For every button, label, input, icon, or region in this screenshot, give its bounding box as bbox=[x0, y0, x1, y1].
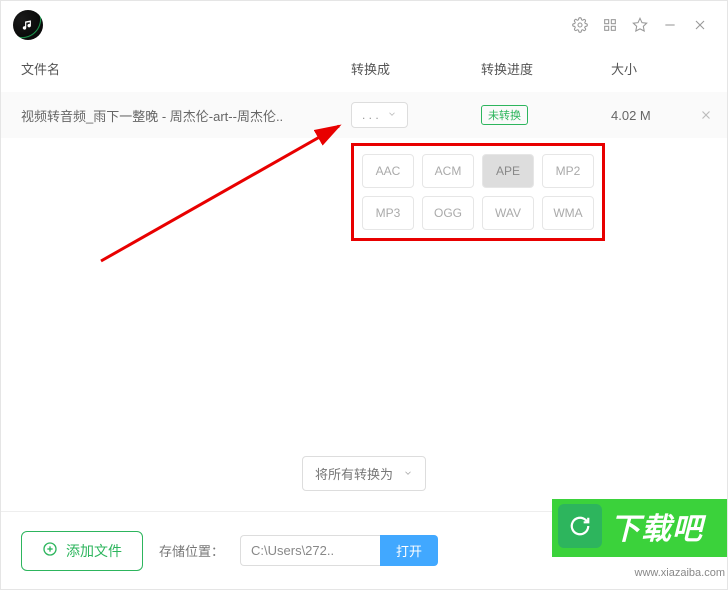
col-header-name: 文件名 bbox=[21, 59, 351, 78]
col-header-size: 大小 bbox=[611, 59, 691, 78]
refresh-icon[interactable] bbox=[558, 504, 602, 548]
watermark-text: 下载吧 bbox=[610, 504, 703, 548]
star-icon[interactable] bbox=[625, 10, 655, 40]
column-headers: 文件名 转换成 转换进度 大小 bbox=[1, 49, 727, 92]
col-header-format: 转换成 bbox=[351, 59, 481, 78]
watermark: 下载吧 www.xiazaiba.com bbox=[552, 499, 727, 579]
watermark-url: www.xiazaiba.com bbox=[635, 567, 725, 579]
batch-convert-dropdown[interactable]: 将所有转换为 bbox=[302, 456, 426, 491]
format-option-ogg[interactable]: OGG bbox=[422, 196, 474, 230]
storage-path-input[interactable]: C:\Users\272.. bbox=[240, 535, 380, 566]
format-dropdown-value: . . . bbox=[362, 108, 379, 122]
plus-circle-icon bbox=[42, 541, 58, 560]
close-window-icon[interactable] bbox=[685, 10, 715, 40]
format-dropdown[interactable]: . . . bbox=[351, 102, 408, 128]
format-option-aac[interactable]: AAC bbox=[362, 154, 414, 188]
format-option-mp3[interactable]: MP3 bbox=[362, 196, 414, 230]
minimize-icon[interactable] bbox=[655, 10, 685, 40]
app-logo bbox=[13, 10, 43, 40]
format-option-ape[interactable]: APE bbox=[482, 154, 534, 188]
format-option-wav[interactable]: WAV bbox=[482, 196, 534, 230]
format-popover: AACACMAPEMP2 MP3OGGWAVWMA bbox=[351, 143, 605, 241]
settings-icon[interactable] bbox=[565, 10, 595, 40]
grid-icon[interactable] bbox=[595, 10, 625, 40]
batch-convert-row: 将所有转换为 bbox=[1, 456, 727, 491]
col-header-progress: 转换进度 bbox=[481, 59, 611, 78]
file-name: 视频转音频_雨下一整晚 - 周杰伦-art--周杰伦.. bbox=[21, 106, 351, 125]
titlebar bbox=[1, 1, 727, 49]
open-path-button[interactable]: 打开 bbox=[380, 535, 438, 566]
file-row: 视频转音频_雨下一整晚 - 周杰伦-art--周杰伦.. . . . 未转换 4… bbox=[1, 92, 727, 138]
add-file-label: 添加文件 bbox=[66, 541, 122, 561]
storage-label: 存储位置： bbox=[159, 541, 224, 560]
remove-file-button[interactable] bbox=[691, 108, 721, 122]
batch-convert-label: 将所有转换为 bbox=[315, 464, 393, 483]
format-option-wma[interactable]: WMA bbox=[542, 196, 594, 230]
format-option-acm[interactable]: ACM bbox=[422, 154, 474, 188]
chevron-down-icon bbox=[403, 466, 413, 481]
status-badge: 未转换 bbox=[481, 105, 528, 125]
format-option-mp2[interactable]: MP2 bbox=[542, 154, 594, 188]
add-file-button[interactable]: 添加文件 bbox=[21, 531, 143, 571]
chevron-down-icon bbox=[387, 108, 397, 122]
file-size: 4.02 M bbox=[611, 108, 691, 123]
